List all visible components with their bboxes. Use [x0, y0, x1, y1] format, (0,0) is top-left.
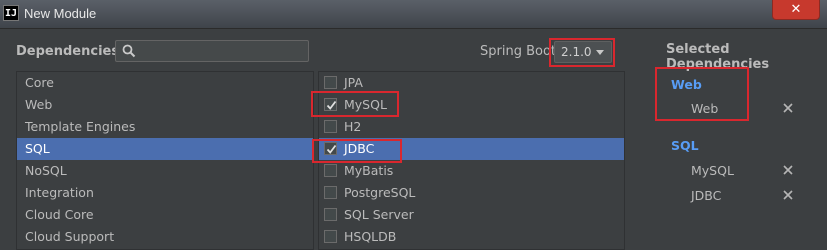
category-item-cloud-support[interactable]: Cloud Support: [17, 226, 313, 248]
checkbox[interactable]: [324, 142, 337, 155]
category-item-core[interactable]: Core: [17, 72, 313, 94]
checkbox[interactable]: [324, 98, 337, 111]
selected-dependency-mysql: MySQL: [691, 163, 734, 178]
category-item-nosql[interactable]: NoSQL: [17, 160, 313, 182]
checkbox[interactable]: [324, 208, 337, 221]
checkbox[interactable]: [324, 230, 337, 243]
chevron-down-icon: [596, 50, 604, 55]
dependency-label: SQL Server: [344, 207, 414, 222]
dependency-item-h2[interactable]: H2: [319, 116, 624, 138]
selected-group-web: Web: [671, 77, 702, 92]
dependency-label: JPA: [344, 75, 363, 90]
checkbox[interactable]: [324, 76, 337, 89]
dependencies-label: Dependencies: [16, 44, 120, 59]
title-bar: IJ New Module ✕: [0, 0, 827, 29]
dependency-item-postgresql[interactable]: PostgreSQL: [319, 182, 624, 204]
checkmark-icon: [326, 144, 337, 154]
remove-icon[interactable]: [782, 102, 794, 114]
dependency-label: MySQL: [344, 97, 387, 112]
search-icon: [122, 44, 136, 58]
dependency-label: MyBatis: [344, 163, 394, 178]
dependency-label: H2: [344, 119, 362, 134]
dependency-item-jpa[interactable]: JPA: [319, 72, 624, 94]
dependency-label: JDBC: [344, 141, 375, 156]
dependency-label: HSQLDB: [344, 229, 397, 244]
category-item-web[interactable]: Web: [17, 94, 313, 116]
remove-icon[interactable]: [782, 164, 794, 176]
spring-boot-label: Spring Boot: [480, 44, 557, 59]
remove-icon[interactable]: [782, 189, 794, 201]
dependency-item-jdbc[interactable]: JDBC: [319, 138, 624, 160]
category-item-template-engines[interactable]: Template Engines: [17, 116, 313, 138]
search-input[interactable]: [115, 40, 309, 62]
dependency-item-mysql[interactable]: MySQL: [319, 94, 624, 116]
spring-boot-version-dropdown[interactable]: 2.1.0: [554, 41, 612, 63]
selected-dependency-jdbc: JDBC: [691, 188, 722, 203]
category-list: Core Web Template Engines SQL NoSQL Inte…: [16, 71, 314, 250]
category-item-cloud-core[interactable]: Cloud Core: [17, 204, 313, 226]
selected-group-sql: SQL: [671, 138, 699, 153]
checkbox[interactable]: [324, 186, 337, 199]
dependency-list: JPA MySQL H2 JDBC MyBatis PostgreSQL SQL…: [318, 71, 625, 250]
checkmark-icon: [326, 100, 337, 110]
dependency-label: PostgreSQL: [344, 185, 416, 200]
dependency-item-hsqldb[interactable]: HSQLDB: [319, 226, 624, 248]
category-item-integration[interactable]: Integration: [17, 182, 313, 204]
close-window-button[interactable]: ✕: [772, 0, 820, 20]
selected-dependencies-label: Selected Dependencies: [666, 42, 770, 72]
spring-boot-version-value: 2.1.0: [561, 45, 592, 59]
selected-dependency-web: Web: [691, 101, 719, 116]
checkbox[interactable]: [324, 164, 337, 177]
category-item-sql[interactable]: SQL: [17, 138, 313, 160]
checkbox[interactable]: [324, 120, 337, 133]
intellij-app-icon: IJ: [3, 5, 19, 21]
dependency-item-mybatis[interactable]: MyBatis: [319, 160, 624, 182]
dependency-item-sql-server[interactable]: SQL Server: [319, 204, 624, 226]
window-title: New Module: [24, 6, 97, 21]
